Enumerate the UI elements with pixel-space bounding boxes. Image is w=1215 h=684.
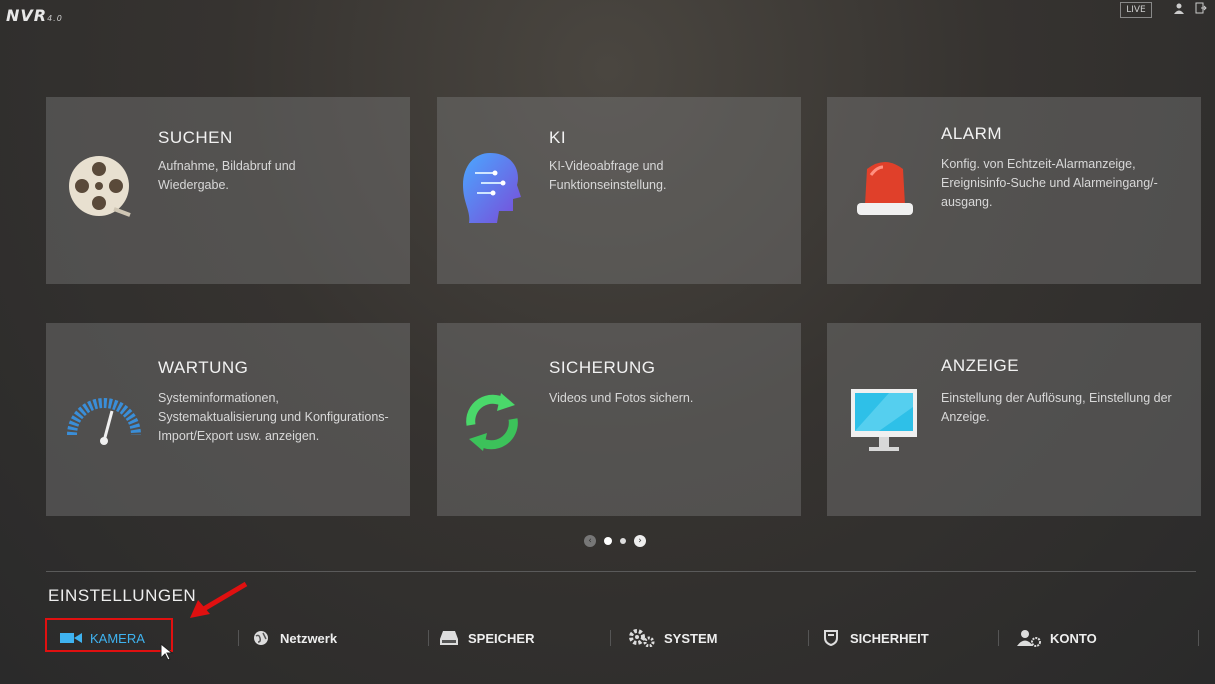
gauge-icon bbox=[66, 391, 142, 453]
page-dot-2[interactable] bbox=[620, 538, 626, 544]
setting-konto[interactable]: KONTO bbox=[1016, 624, 1097, 652]
shield-icon bbox=[820, 630, 842, 646]
tile-description: Aufnahme, Bildabruf und Wiedergabe. bbox=[158, 159, 296, 192]
tile-suchen[interactable]: SUCHEN Aufnahme, Bildabruf und Wiedergab… bbox=[46, 97, 410, 284]
nvr-logo: NVR4.0 bbox=[6, 6, 63, 25]
camera-icon bbox=[60, 630, 82, 646]
tile-title: ANZEIGE bbox=[941, 356, 1020, 375]
prev-page-icon[interactable]: ‹ bbox=[584, 535, 596, 547]
setting-label: Netzwerk bbox=[280, 630, 338, 646]
tile-description: Systeminformationen, Systemaktualisierun… bbox=[158, 391, 389, 443]
annotation-arrow-icon bbox=[188, 580, 252, 624]
setting-speicher[interactable]: SPEICHER bbox=[438, 624, 534, 652]
logout-icon[interactable] bbox=[1194, 2, 1208, 16]
tile-title: ALARM bbox=[941, 124, 1003, 143]
top-bar: NVR4.0 LIVE bbox=[0, 0, 1215, 30]
separator bbox=[610, 630, 611, 646]
setting-label: KAMERA bbox=[90, 630, 145, 646]
gears-icon bbox=[628, 629, 656, 647]
tile-title: SICHERUNG bbox=[549, 358, 656, 377]
globe-icon bbox=[250, 630, 272, 646]
setting-kamera[interactable]: KAMERA bbox=[60, 624, 145, 652]
settings-title: EINSTELLUNGEN bbox=[48, 586, 197, 605]
tile-ki[interactable]: KI KI-Videoabfrage und Funktionseinstell… bbox=[437, 97, 801, 284]
tile-anzeige[interactable]: ANZEIGE Einstellung der Auflösung, Einst… bbox=[827, 323, 1201, 516]
monitor-icon bbox=[849, 387, 919, 459]
users-icon bbox=[1016, 630, 1042, 647]
alarm-light-icon bbox=[853, 153, 917, 223]
tile-sicherung[interactable]: SICHERUNG Videos und Fotos sichern. bbox=[437, 323, 801, 516]
live-button[interactable]: LIVE bbox=[1120, 2, 1152, 18]
setting-label: SICHERHEIT bbox=[850, 630, 929, 646]
separator bbox=[428, 630, 429, 646]
mouse-cursor-icon bbox=[160, 642, 174, 665]
separator bbox=[1198, 630, 1199, 646]
film-reel-icon bbox=[64, 151, 134, 225]
tile-title: KI bbox=[549, 128, 567, 147]
hdd-icon bbox=[438, 630, 460, 646]
tile-alarm[interactable]: ALARM Konfig. von Echtzeit-Alarmanzeige,… bbox=[827, 97, 1201, 284]
setting-sicherheit[interactable]: SICHERHEIT bbox=[820, 624, 929, 652]
next-page-icon[interactable]: › bbox=[634, 535, 646, 547]
setting-netzwerk[interactable]: Netzwerk bbox=[250, 624, 337, 652]
tile-title: WARTUNG bbox=[158, 358, 249, 377]
separator bbox=[808, 630, 809, 646]
separator bbox=[238, 630, 239, 646]
page-dot-1[interactable] bbox=[604, 537, 612, 545]
tile-description: Videos und Fotos sichern. bbox=[549, 391, 694, 405]
tile-wartung[interactable]: WARTUNG Systeminformationen, Systemaktua… bbox=[46, 323, 410, 516]
separator bbox=[998, 630, 999, 646]
page-indicator: ‹ › bbox=[584, 535, 646, 547]
setting-label: KONTO bbox=[1050, 630, 1097, 646]
divider bbox=[46, 571, 1196, 572]
setting-system[interactable]: SYSTEM bbox=[628, 624, 717, 652]
tile-description: KI-Videoabfrage und Funktionseinstellung… bbox=[549, 159, 667, 192]
sync-icon bbox=[459, 389, 525, 459]
tile-title: SUCHEN bbox=[158, 128, 233, 147]
tile-description: Einstellung der Auflösung, Einstellung d… bbox=[941, 391, 1172, 424]
tile-description: Konfig. von Echtzeit-Alarmanzeige, Ereig… bbox=[941, 157, 1158, 209]
ai-head-icon bbox=[455, 149, 525, 229]
setting-label: SPEICHER bbox=[468, 630, 535, 646]
setting-label: SYSTEM bbox=[664, 630, 718, 646]
user-icon[interactable] bbox=[1172, 2, 1186, 16]
